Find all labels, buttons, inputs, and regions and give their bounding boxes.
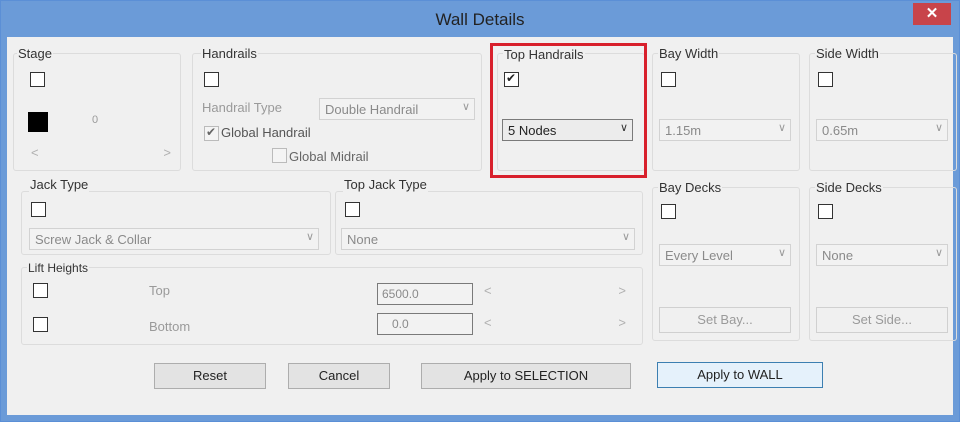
- side-width-value: 0.65m: [822, 123, 859, 138]
- global-handrail-checkbox[interactable]: [204, 125, 219, 141]
- top-handrails-label: Top Handrails: [503, 47, 585, 62]
- bay-width-value: 1.15m: [665, 123, 702, 138]
- chevron-down-icon: ∨: [934, 247, 943, 259]
- stage-label: Stage: [17, 46, 53, 61]
- scroll-right-icon[interactable]: >: [618, 283, 626, 298]
- top-jack-type-value: None: [347, 232, 379, 247]
- bay-decks-label: Bay Decks: [658, 180, 723, 195]
- side-width-label: Side Width: [815, 46, 880, 61]
- handrails-label: Handrails: [201, 46, 258, 61]
- scroll-left-icon[interactable]: <: [484, 315, 492, 330]
- top-jack-type-checkbox[interactable]: [345, 202, 360, 217]
- lift-heights-label: Lift Heights: [27, 261, 90, 275]
- jack-type-select[interactable]: Screw Jack & Collar ∨: [29, 228, 319, 250]
- window-title: Wall Details: [435, 10, 525, 29]
- scroll-left-icon[interactable]: <: [31, 145, 39, 160]
- lift-bottom-scrollbar[interactable]: < >: [484, 315, 626, 333]
- top-handrails-value: 5 Nodes: [508, 123, 557, 138]
- apply-wall-button[interactable]: Apply to WALL: [657, 362, 823, 388]
- chevron-down-icon: ∨: [777, 122, 786, 134]
- global-handrail-label: Global Handrail: [221, 125, 311, 140]
- bay-width-label: Bay Width: [658, 46, 720, 61]
- handrail-type-label: Handrail Type: [202, 100, 282, 115]
- close-button[interactable]: ✕: [913, 3, 951, 25]
- bay-decks-value: Every Level: [665, 248, 733, 263]
- side-width-group: [809, 53, 957, 171]
- side-decks-label: Side Decks: [815, 180, 883, 195]
- cancel-button[interactable]: Cancel: [288, 363, 390, 389]
- lift-bottom-checkbox[interactable]: [33, 317, 48, 332]
- bay-width-group: [652, 53, 800, 171]
- side-decks-select[interactable]: None ∨: [816, 244, 948, 266]
- scroll-left-icon[interactable]: <: [484, 283, 492, 298]
- side-decks-value: None: [822, 248, 854, 263]
- lift-bottom-value: 0.0: [392, 317, 409, 331]
- lift-top-value: 6500.0: [382, 287, 419, 301]
- stage-value: 0: [92, 114, 99, 126]
- global-midrail-checkbox[interactable]: [272, 148, 287, 163]
- reset-button[interactable]: Reset: [154, 363, 266, 389]
- title-bar[interactable]: Wall Details ✕: [1, 1, 959, 37]
- stage-checkbox[interactable]: [30, 72, 45, 87]
- scroll-right-icon[interactable]: >: [618, 315, 626, 330]
- chevron-down-icon: ∨: [461, 101, 470, 113]
- jack-type-value: Screw Jack & Collar: [35, 232, 152, 247]
- lift-heights-group: [21, 267, 643, 345]
- apply-selection-button[interactable]: Apply to SELECTION: [421, 363, 631, 389]
- top-handrails-checkbox[interactable]: [504, 71, 519, 87]
- handrail-type-select[interactable]: Double Handrail ∨: [319, 98, 475, 120]
- bay-decks-checkbox[interactable]: [661, 204, 676, 219]
- jack-type-checkbox[interactable]: [31, 202, 46, 217]
- lift-top-scrollbar[interactable]: < >: [484, 283, 626, 301]
- stage-color-swatch[interactable]: [28, 112, 48, 132]
- scroll-right-icon[interactable]: >: [163, 145, 171, 160]
- handrail-type-value: Double Handrail: [325, 102, 419, 117]
- side-decks-checkbox[interactable]: [818, 204, 833, 219]
- lift-top-field[interactable]: 6500.0: [377, 283, 473, 305]
- lift-top-label: Top: [149, 283, 170, 298]
- chevron-down-icon: ∨: [777, 247, 786, 259]
- handrails-checkbox[interactable]: [204, 72, 219, 87]
- dialog-client: Stage 0 < > Handrails Handrail Type Doub…: [7, 37, 957, 415]
- set-bay-button[interactable]: Set Bay...: [659, 307, 791, 333]
- set-side-button[interactable]: Set Side...: [816, 307, 948, 333]
- top-jack-type-select[interactable]: None ∨: [341, 228, 635, 250]
- side-width-select[interactable]: 0.65m ∨: [816, 119, 948, 141]
- bay-width-checkbox[interactable]: [661, 72, 676, 87]
- highlight-box: [490, 43, 647, 178]
- lift-top-checkbox[interactable]: [33, 283, 48, 298]
- chevron-down-icon: ∨: [619, 122, 628, 134]
- global-midrail-label: Global Midrail: [289, 149, 369, 164]
- chevron-down-icon: ∨: [305, 231, 314, 243]
- jack-type-label: Jack Type: [29, 177, 90, 192]
- chevron-down-icon: ∨: [934, 122, 943, 134]
- bay-width-select[interactable]: 1.15m ∨: [659, 119, 791, 141]
- lift-bottom-field[interactable]: 0.0: [377, 313, 473, 335]
- top-jack-type-label: Top Jack Type: [343, 177, 428, 192]
- top-handrails-select[interactable]: 5 Nodes ∨: [502, 119, 633, 141]
- stage-scrollbar[interactable]: < >: [31, 145, 171, 163]
- bay-decks-select[interactable]: Every Level ∨: [659, 244, 791, 266]
- lift-bottom-label: Bottom: [149, 319, 191, 334]
- wall-details-window: Wall Details ✕ Stage 0 < > Handrails Han…: [0, 0, 960, 422]
- chevron-down-icon: ∨: [621, 231, 630, 243]
- side-width-checkbox[interactable]: [818, 72, 833, 87]
